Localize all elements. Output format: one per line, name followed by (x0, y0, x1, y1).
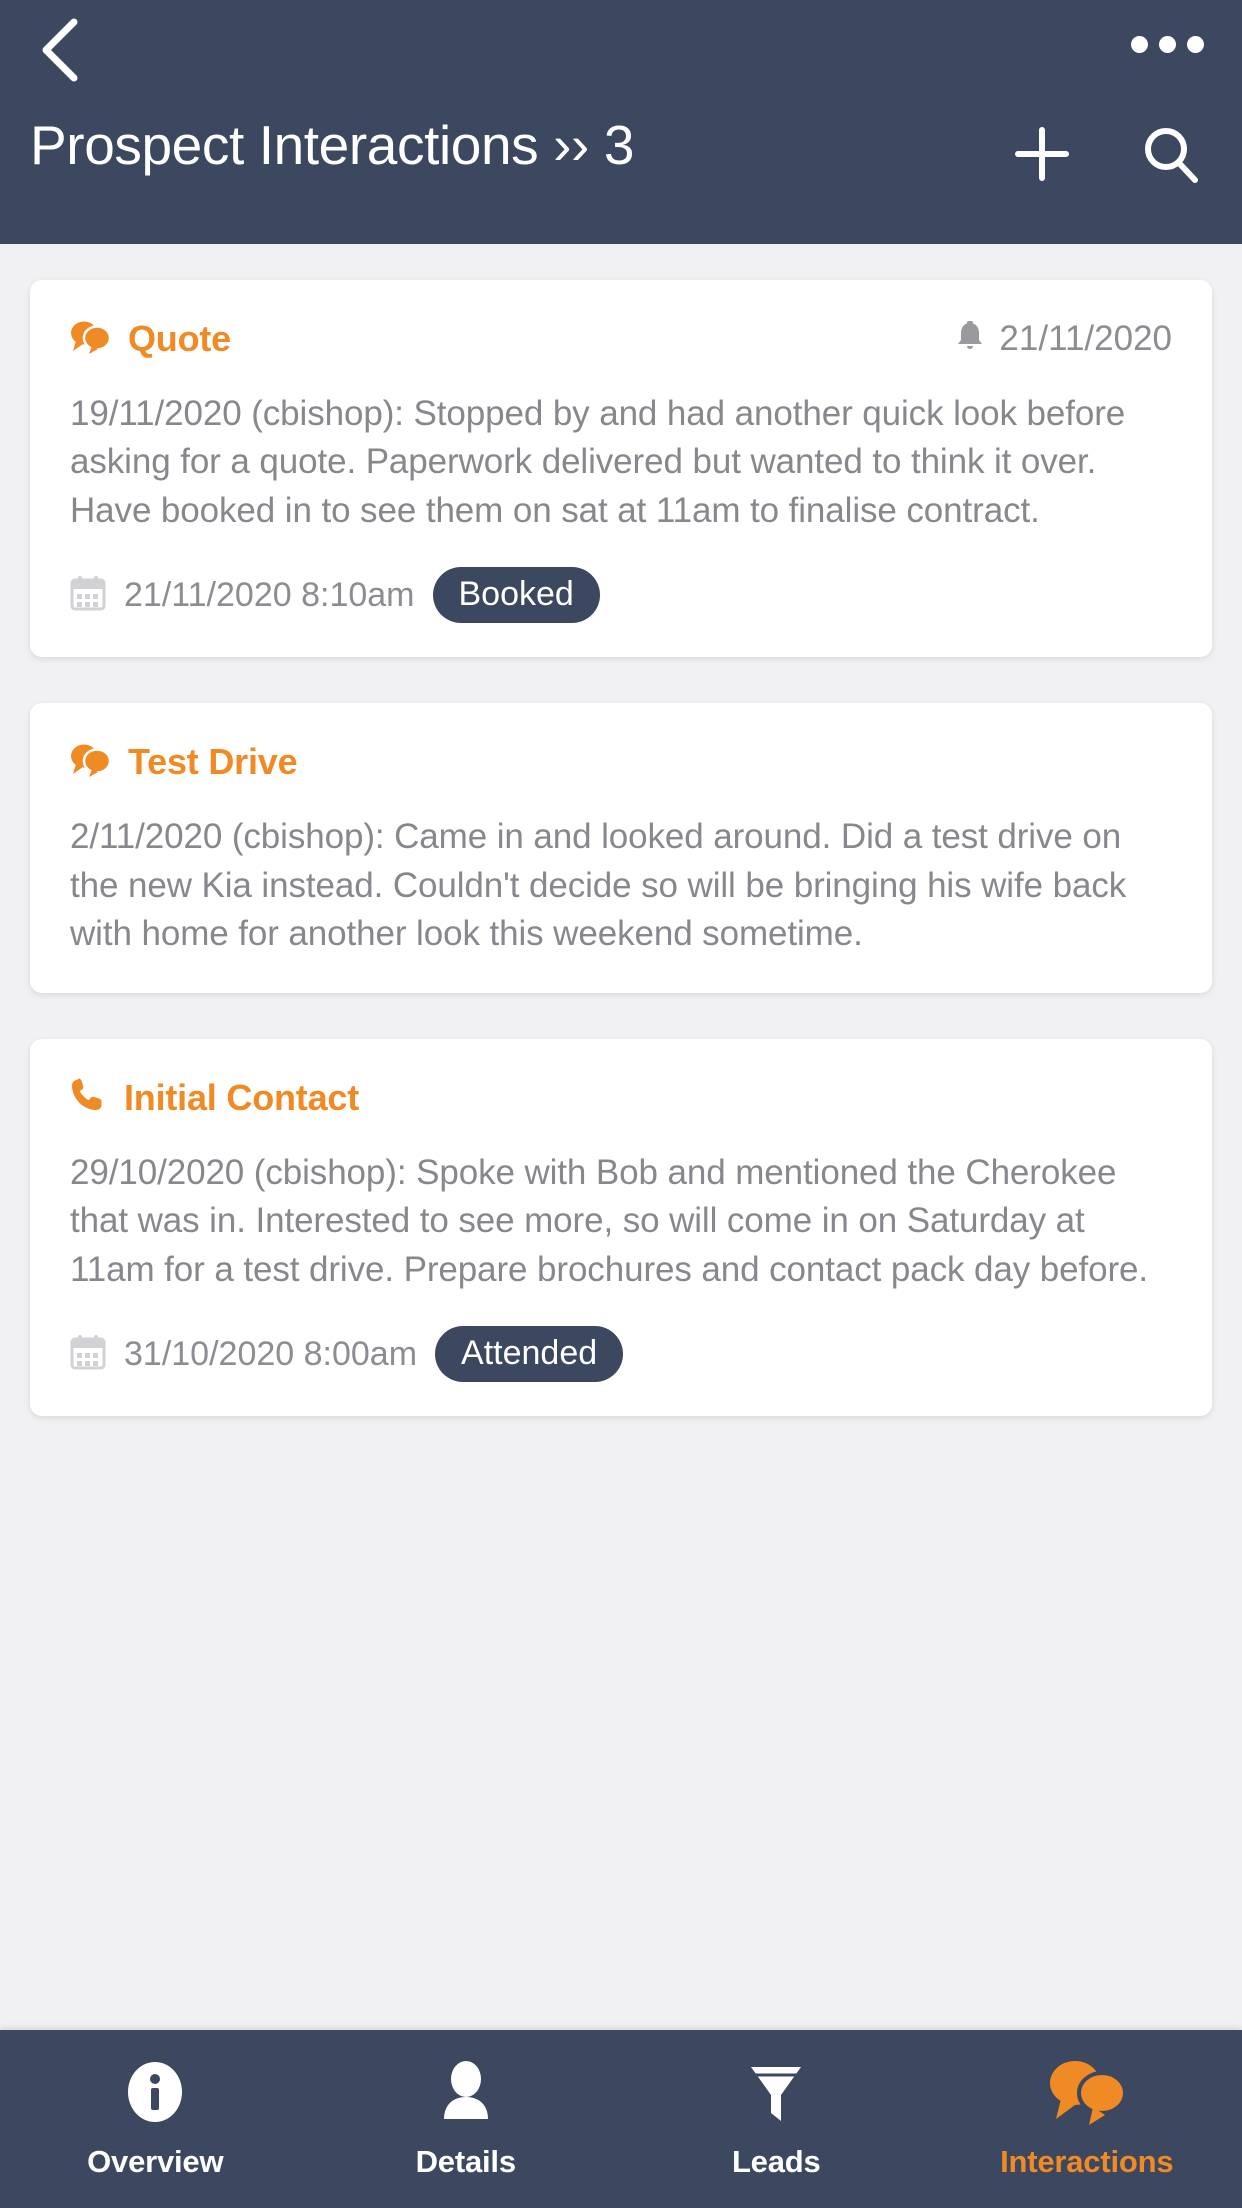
page-title: Prospect Interactions ›› 3 (30, 114, 635, 176)
funnel-icon (741, 2054, 811, 2130)
more-options-icon[interactable] (1131, 36, 1204, 53)
bell-icon (955, 320, 985, 359)
card-header: Quote 21/11/2020 (70, 318, 1172, 360)
tab-label: Leads (731, 2144, 821, 2179)
status-badge: Attended (435, 1326, 624, 1383)
tab-overview[interactable]: Overview (0, 2054, 311, 2180)
tab-leads[interactable]: Leads (621, 2054, 932, 2180)
interaction-type-label: Test Drive (128, 741, 298, 783)
tab-label: Interactions (1000, 2144, 1174, 2179)
tab-label: Details (415, 2144, 516, 2179)
interaction-card[interactable]: Test Drive 2/11/2020 (cbishop): Came in … (30, 703, 1212, 993)
status-badge: Booked (432, 567, 600, 624)
tab-interactions[interactable]: Interactions (932, 2054, 1242, 2180)
interaction-type: Test Drive (70, 741, 298, 783)
scheduled-date: 31/10/2020 8:00am (124, 1334, 418, 1373)
reminder-date: 21/11/2020 (999, 319, 1172, 358)
info-circle-icon (120, 2054, 190, 2130)
chat-bubbles-icon (1047, 2054, 1127, 2130)
interaction-type-label: Initial Contact (124, 1076, 360, 1118)
interaction-note: 29/10/2020 (cbishop): Spoke with Bob and… (70, 1152, 1149, 1289)
person-icon (431, 2054, 501, 2130)
interaction-note: 19/11/2020 (cbishop): Stopped by and had… (70, 394, 1126, 530)
tab-label: Overview (87, 2144, 224, 2179)
interaction-type: Initial Contact (70, 1077, 359, 1119)
card-header: Test Drive (70, 741, 1172, 783)
overflow-dot (1131, 36, 1148, 53)
tab-details[interactable]: Details (311, 2054, 622, 2180)
interaction-note: 2/11/2020 (cbishop): Came in and looked … (70, 817, 1127, 954)
app-screen: Prospect Interactions ›› 3 Quote 21/11/2… (0, 0, 1242, 2208)
calendar-icon (70, 1334, 106, 1375)
bottom-navigation: Overview Details Leads Interactions (0, 2030, 1242, 2208)
chat-bubbles-icon (70, 320, 112, 359)
scheduled-date: 21/11/2020 8:10am (124, 575, 415, 614)
interaction-card[interactable]: Quote 21/11/2020 19/11/2020 (cbishop): S… (30, 280, 1212, 658)
overflow-dot (1159, 36, 1176, 53)
search-button[interactable] (1140, 124, 1200, 189)
interaction-type: Quote (70, 318, 231, 360)
interaction-card[interactable]: Initial Contact 29/10/2020 (cbishop): Sp… (30, 1038, 1212, 1417)
card-footer: 31/10/2020 8:00am Attended (70, 1326, 1172, 1383)
calendar-icon (70, 575, 106, 616)
card-footer: 21/11/2020 8:10am Booked (70, 567, 1172, 624)
chat-bubbles-icon (70, 743, 112, 782)
phone-icon (70, 1077, 108, 1118)
add-interaction-button[interactable] (1012, 124, 1072, 189)
interaction-list[interactable]: Quote 21/11/2020 19/11/2020 (cbishop): S… (0, 244, 1242, 2030)
interaction-type-label: Quote (128, 318, 231, 359)
back-icon[interactable] (30, 14, 90, 86)
card-header: Initial Contact (70, 1077, 1172, 1119)
reminder: 21/11/2020 (955, 319, 1172, 359)
app-header: Prospect Interactions ›› 3 (0, 0, 1242, 244)
overflow-dot (1187, 36, 1204, 53)
